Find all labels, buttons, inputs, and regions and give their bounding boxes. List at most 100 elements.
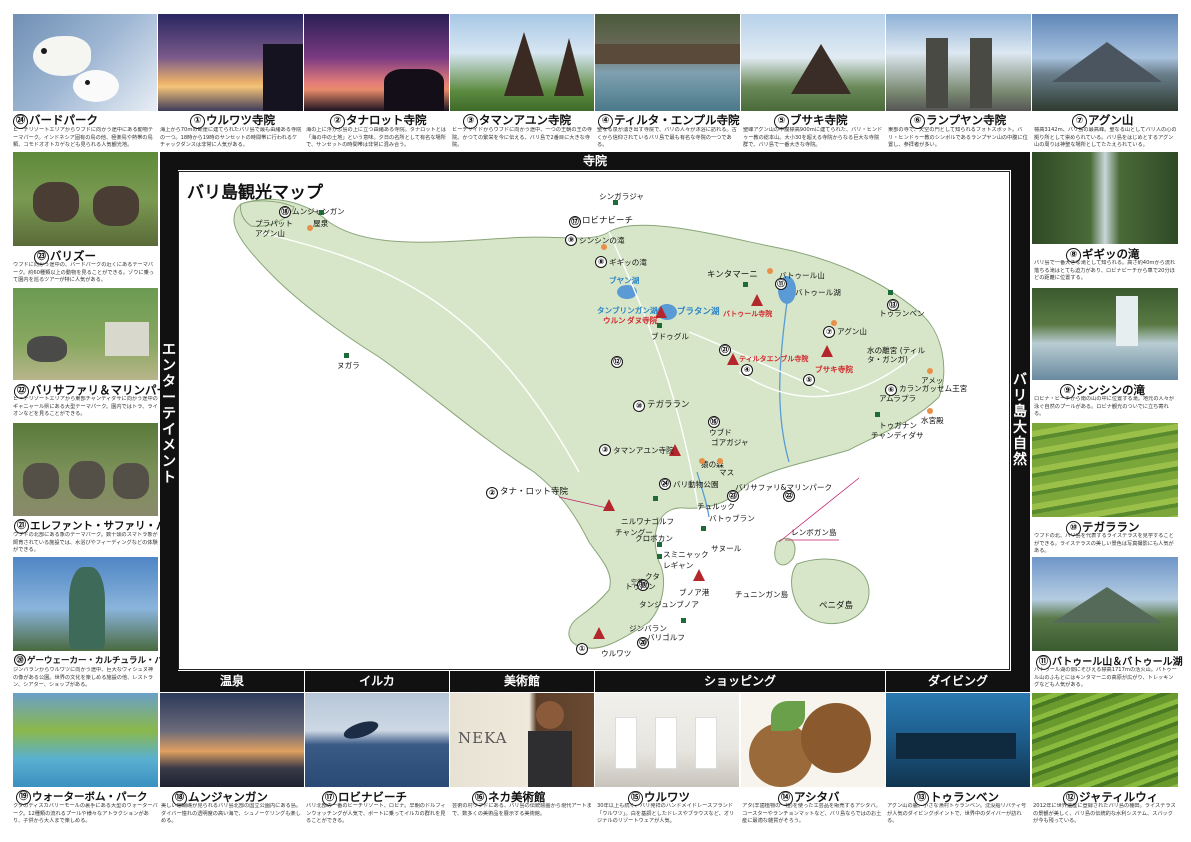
map-label-bali-golf: バリゴルフ <box>647 633 685 642</box>
poi-square <box>657 323 662 328</box>
map-label-amed: アメッ <box>921 376 944 385</box>
map-label-candidasa: チャンディダサ <box>871 431 924 440</box>
nature-dot <box>307 225 313 231</box>
band-shopping: ショッピング <box>595 671 885 692</box>
map-marker-18[interactable]: ⑱ <box>279 206 291 218</box>
map-label-batur-lake: バトゥール湖 <box>795 288 841 297</box>
nature-dot <box>831 320 837 326</box>
map-label-bratan: ブラタン湖 <box>677 307 720 317</box>
desc-mt-agung: 標高3142m、バリ島の最高峰。聖なる山としてバリ人の心の拠り所として崇められて… <box>1034 127 1177 149</box>
photo-menjangan <box>160 693 304 787</box>
desc-ashitaba: アタ(羊歯植物の一種)を使った工芸品を販売するアシタバ。コースターやランチョンマ… <box>742 803 882 825</box>
map-label-lovina: ロビナビーチ <box>582 216 634 226</box>
map-marker-22[interactable]: ㉒ <box>783 490 795 502</box>
desc-taman-ayun: ビーチサイドからウブドに向かう途中、一つの王朝の王の寺院。かつての繁栄を今に伝え… <box>452 127 593 149</box>
temple-icon <box>751 294 763 306</box>
photo-singsing-waterfall <box>1032 288 1178 380</box>
map-marker-17[interactable]: ⑰ <box>569 216 581 228</box>
desc-besakih: 聖峰アグン山の中腹標高900mに建てられた、バリ・ヒンドゥー教の総本山。大小30… <box>743 127 883 149</box>
nature-dot <box>927 368 933 374</box>
poi-square <box>681 618 686 623</box>
photo-ashitaba <box>741 693 885 787</box>
poi-square <box>701 526 706 531</box>
map-label-penida: ペニダ島 <box>819 601 854 611</box>
photo-gwk-park <box>13 557 158 651</box>
band-diving: ダイビング <box>886 671 1030 692</box>
temple-icon <box>821 345 833 357</box>
photo-bali-zoo <box>13 152 158 246</box>
temple-icon <box>593 627 605 639</box>
band-museum: 美術館 <box>450 671 594 692</box>
map-marker-8[interactable]: ⑧ <box>595 256 607 268</box>
map-marker-1[interactable]: ① <box>576 643 588 655</box>
nature-dot <box>601 244 607 250</box>
temple-icon <box>727 353 739 365</box>
photo-tirta-empul <box>595 14 740 111</box>
photo-bird-park <box>13 14 157 111</box>
map-label-tanjung-benoa: タンジュンブノア <box>639 600 699 609</box>
poi-square <box>875 412 880 417</box>
photo-waterbom <box>13 693 158 787</box>
map-marker-9[interactable]: ⑨ <box>565 234 577 246</box>
map-label-buyan: ブヤン湖 <box>609 276 640 285</box>
caption-gwk-park: ⑳ ゲーウェーカー・カルチュラル・パーク <box>14 654 180 666</box>
map-marker-16[interactable]: ⑯ <box>708 416 720 428</box>
desc-waterbom: クタのディスカバリーモールの裏手にある大型のウォーターパーク。12種類の流れるプ… <box>13 803 158 825</box>
band-temples: 寺院 <box>160 152 1030 170</box>
map-label-ceningan: チュニンガン島 <box>735 590 789 599</box>
desc-tulamben: アグン山の麓、小さな漁村トゥランベン。沈没船リバティ号が人気のダイビングポイント… <box>887 803 1027 825</box>
map-label-kintamani: キンタマーニ <box>707 270 758 280</box>
map-label-seminyak: スミニャック <box>663 550 709 559</box>
map-label-ubud: ウブド <box>709 428 732 437</box>
desc-batur: バトゥール湖の側にそびえる標高1717mの活火山。バトゥール山のふもとにはキンタ… <box>1034 667 1177 689</box>
photo-lovina-dolphin <box>305 693 449 787</box>
map-marker-12[interactable]: ⑫ <box>611 356 623 368</box>
map-marker-3[interactable]: ③ <box>599 444 611 456</box>
poi-square <box>344 353 349 358</box>
map-label-tirta-empul: ティルタエンブル寺院 <box>739 355 809 363</box>
photo-mt-agung <box>1032 14 1178 111</box>
map-marker-24[interactable]: ㉔ <box>659 478 671 490</box>
map-label-terrace: 屋泉 <box>313 219 329 228</box>
map-label-tenganan: トゥガナン <box>879 421 917 430</box>
bali-map: バリ島観光マップ ⑰ ロビナビーチ ⑱ ムンジャンガン ⑨ シンシン <box>178 171 1010 670</box>
map-label-prapat: プラパット <box>255 219 293 228</box>
photo-besakih <box>741 14 885 111</box>
map-marker-21[interactable]: ㉑ <box>719 344 731 356</box>
map-label-batur-temple: バトゥール寺院 <box>723 310 773 318</box>
desc-lovina: バリ北部の一番のビーチリゾート、ロビナ。早朝のドルフィンウォッチングが人気で、ボ… <box>306 803 446 825</box>
map-marker-5[interactable]: ⑤ <box>803 374 815 386</box>
map-label-besakih: ブサキ寺院 <box>815 365 853 374</box>
desc-neka: 芸術の村ウブドにある、バリ島の伝統絵画から現代アートまで、数多くの美術品を展示す… <box>452 803 592 817</box>
map-marker-7[interactable]: ⑦ <box>823 326 835 338</box>
map-marker-10[interactable]: ⑩ <box>633 400 645 412</box>
map-label-benoa-port: ブノア港 <box>679 588 710 597</box>
map-label-nirwana: ニルワナゴルフ <box>621 517 675 526</box>
desc-gwk-park: ジンバランからウルワツに向かう途中、巨大なヴィシュヌ神の像がある公園。世界の文化… <box>13 667 154 689</box>
map-label-ulun: ウルン <box>603 316 626 325</box>
map-label-karangasem: カランガッセム王宮 <box>899 384 968 393</box>
desc-menjangan: 美しい珊瑚礁が見られるバリ島北部の国立公園内にある島。ダイバー憧れの透明度の高い… <box>161 803 302 825</box>
nature-dot <box>927 408 933 414</box>
poi-square <box>743 282 748 287</box>
map-marker-2[interactable]: ② <box>486 487 498 499</box>
map-label-celuk: チュルック <box>697 502 735 511</box>
map-label-danu: ダヌ寺院 <box>627 316 658 325</box>
nature-dot <box>717 458 723 464</box>
map-label-legian: レギャン <box>663 561 694 570</box>
map-label-bali-zoo: バリ動物公園 <box>673 480 719 489</box>
map-label-tulamben: トゥランベン <box>879 309 925 318</box>
map-label-singaraja: シンガラジャ <box>599 192 645 201</box>
desc-bali-zoo: ウブドに向かう途中の、バードパークの近くにあるテーマパーク。約60種類以上の動物… <box>13 262 154 284</box>
photo-uluwatu-shop <box>595 693 739 787</box>
map-label-mas: マス <box>719 468 735 477</box>
poi-square <box>657 554 662 559</box>
photo-tegalalang <box>1032 423 1178 517</box>
desc-tanah-lot: 海の上に浮かぶ島の上に立つ由緒ある寺院。タナロットとは「海の中の土地」という意味… <box>306 127 447 149</box>
photo-bali-safari <box>13 288 158 380</box>
poi-square <box>613 200 618 205</box>
photo-taman-ayun <box>450 14 594 111</box>
map-label-agung-west: アグン山 <box>255 229 285 238</box>
map-marker-4[interactable]: ④ <box>741 364 753 376</box>
photo-batur <box>1032 557 1178 651</box>
